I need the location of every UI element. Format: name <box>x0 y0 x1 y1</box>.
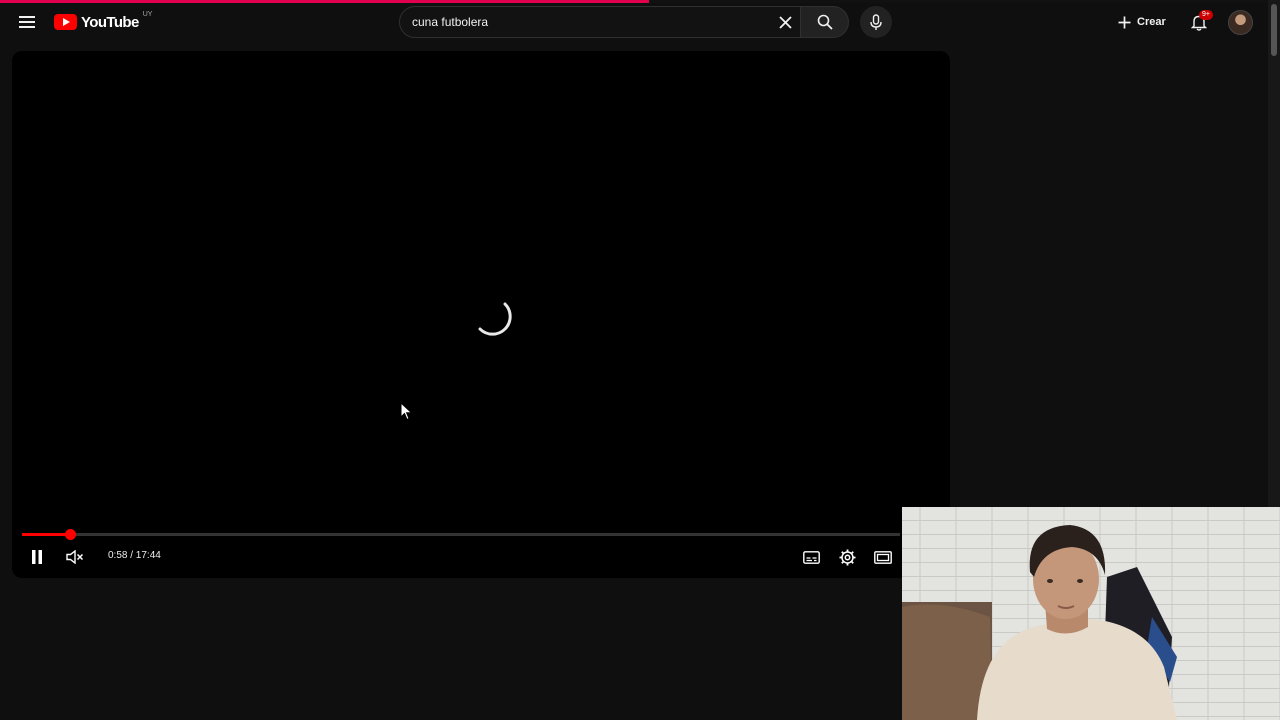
search-input[interactable] <box>412 7 762 37</box>
webcam-feed-image <box>902 507 1280 720</box>
settings-icon <box>839 549 855 565</box>
loading-spinner-icon <box>478 302 512 336</box>
menu-icon <box>19 16 35 28</box>
webcam-overlay <box>902 507 1280 720</box>
progress-scrubber[interactable] <box>65 529 77 540</box>
muted-volume-icon <box>66 550 84 564</box>
notification-badge: 9+ <box>1199 10 1213 20</box>
scrollbar-thumb[interactable] <box>1271 4 1277 56</box>
guide-menu-button[interactable] <box>14 9 40 35</box>
logo-country-code: UY <box>142 10 153 18</box>
search-box <box>399 6 801 38</box>
progress-played <box>22 533 71 536</box>
microphone-icon <box>870 13 882 30</box>
subtitles-button[interactable] <box>800 546 822 568</box>
pause-button[interactable] <box>26 546 48 568</box>
settings-button[interactable] <box>836 546 858 568</box>
subtitles-icon <box>802 550 820 564</box>
time-display: 0:58 / 17:44 <box>108 550 161 561</box>
theater-mode-icon <box>874 550 892 564</box>
youtube-logo[interactable]: YouTube UY <box>54 10 152 34</box>
mouse-cursor-icon <box>400 402 413 421</box>
logo-text: YouTube <box>81 13 139 31</box>
create-button[interactable]: Crear <box>1112 9 1172 35</box>
clear-search-button[interactable] <box>774 11 796 33</box>
mute-button[interactable] <box>64 546 86 568</box>
masthead: YouTube UY Crear 9+ <box>0 3 1268 43</box>
theater-mode-button[interactable] <box>872 546 894 568</box>
search-button[interactable] <box>801 6 849 38</box>
pause-icon <box>32 550 42 564</box>
create-label: Crear <box>1137 16 1166 28</box>
clear-icon <box>778 15 792 29</box>
search-icon <box>817 14 833 30</box>
video-progress-bar[interactable] <box>22 529 900 540</box>
plus-icon <box>1118 16 1131 28</box>
avatar[interactable] <box>1228 10 1253 35</box>
youtube-logo-icon <box>54 14 77 30</box>
voice-search-button[interactable] <box>860 6 892 38</box>
video-player[interactable]: 0:58 / 17:44 <box>12 51 950 578</box>
